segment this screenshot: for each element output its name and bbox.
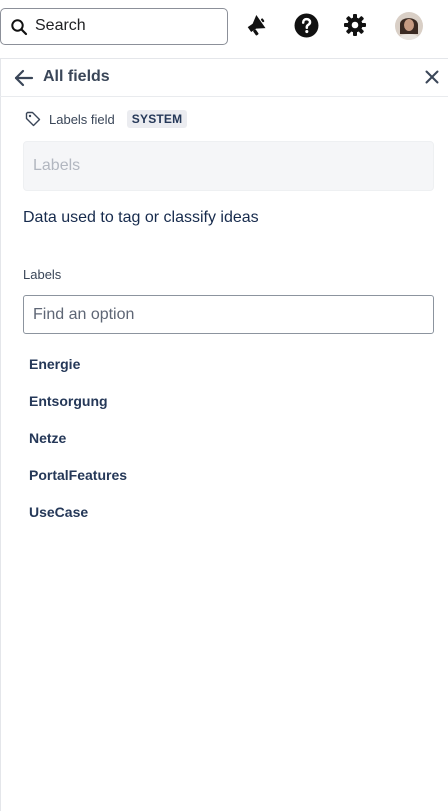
- options-section-label: Labels: [23, 267, 62, 282]
- option-netze[interactable]: Netze: [23, 419, 434, 456]
- field-type-label: Labels field: [49, 111, 115, 127]
- panel-left-border: [0, 59, 1, 811]
- search-label: Search: [35, 17, 86, 34]
- search-icon: [11, 19, 28, 36]
- close-icon[interactable]: [424, 69, 440, 85]
- settings-button[interactable]: [342, 12, 368, 38]
- help-icon: [294, 13, 318, 37]
- field-description: Data used to tag or classify ideas: [23, 209, 259, 226]
- field-name-input: [23, 141, 434, 191]
- gear-icon: [344, 14, 366, 36]
- megaphone-icon: [247, 15, 266, 36]
- field-meta: Labels field SYSTEM: [25, 109, 188, 129]
- arrow-left-icon[interactable]: [13, 68, 35, 88]
- system-badge: SYSTEM: [126, 110, 188, 128]
- panel-header: All fields: [0, 59, 448, 97]
- megaphone-button[interactable]: [243, 12, 269, 38]
- find-option-input[interactable]: [23, 295, 434, 334]
- options-list: Energie Entsorgung Netze PortalFeatures …: [23, 345, 434, 530]
- option-usecase[interactable]: UseCase: [23, 493, 434, 530]
- user-avatar[interactable]: [395, 12, 423, 40]
- avatar-image: [395, 12, 423, 40]
- option-entsorgung[interactable]: Entsorgung: [23, 382, 434, 419]
- option-portalfeatures[interactable]: PortalFeatures: [23, 456, 434, 493]
- option-energie[interactable]: Energie: [23, 345, 434, 382]
- top-bar: Search: [0, 0, 448, 59]
- help-button[interactable]: [293, 12, 319, 38]
- tag-icon: [25, 111, 41, 127]
- search-box[interactable]: Search: [0, 8, 228, 45]
- panel-title: All fields: [43, 68, 110, 85]
